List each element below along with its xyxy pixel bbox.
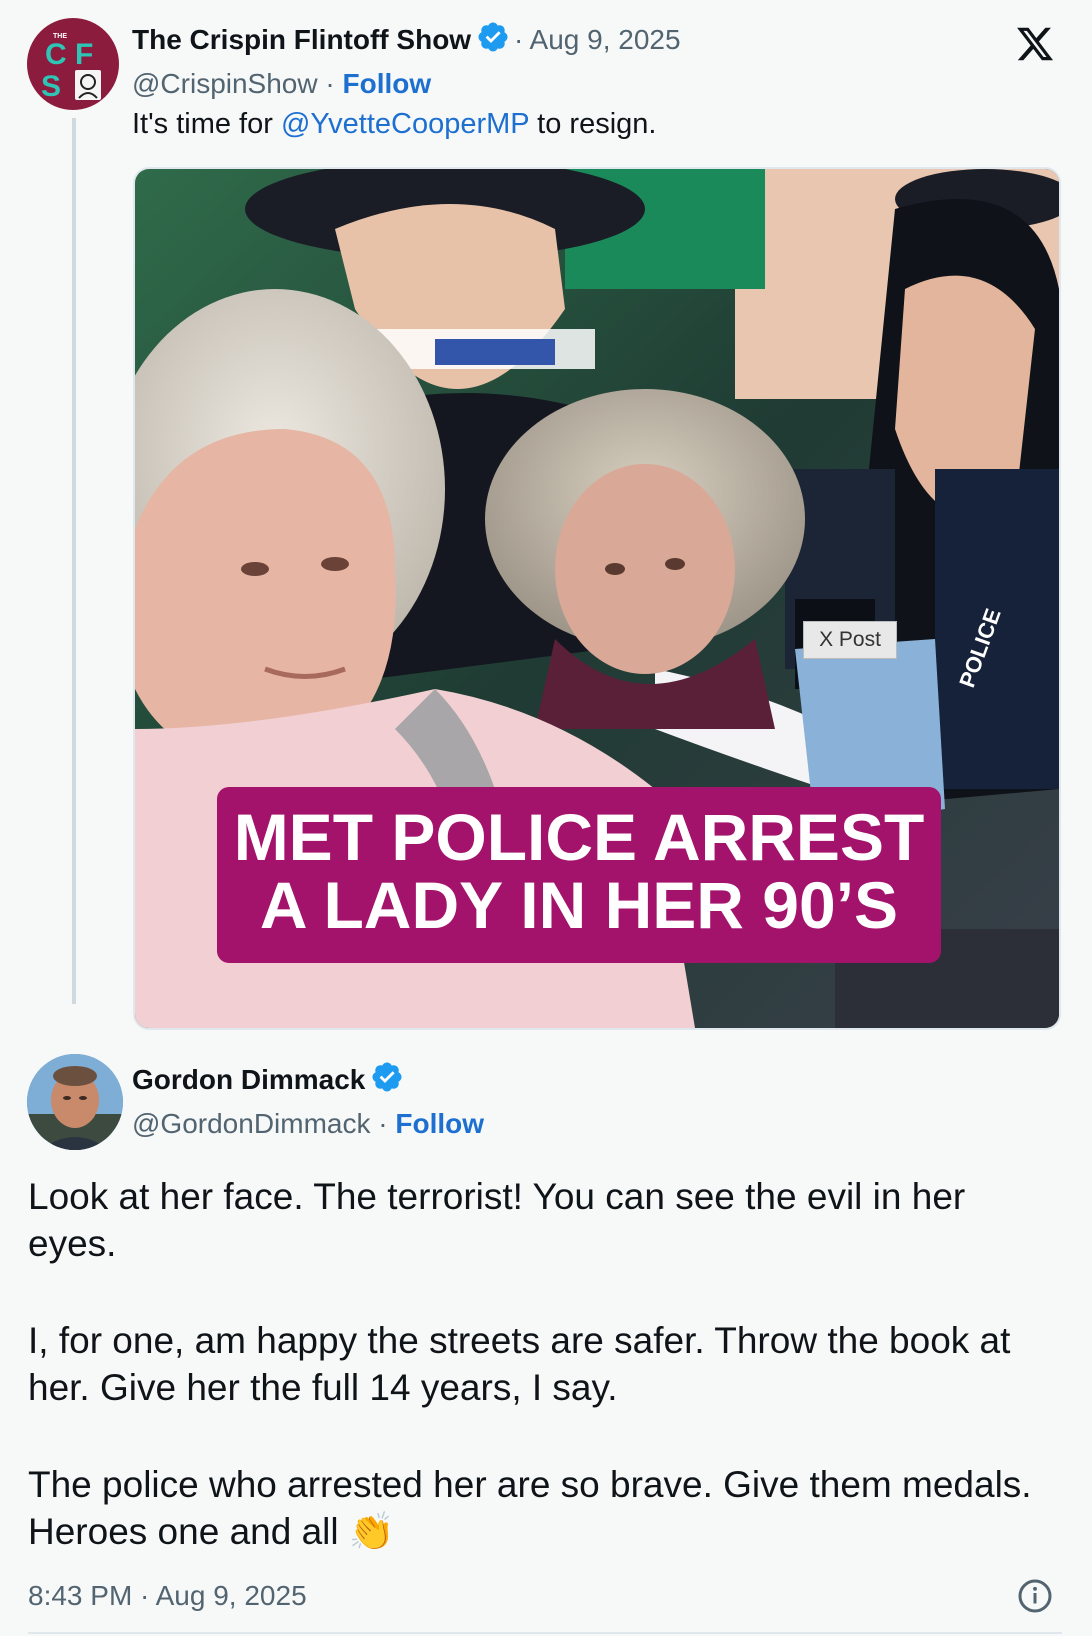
crispin-avatar-logo: THE C F S <box>41 33 101 103</box>
parent-text-before: It's time for <box>132 108 281 140</box>
handle-separator: · <box>317 68 343 99</box>
parent-text-after: to resign. <box>529 108 657 140</box>
gordon-avatar-photo <box>27 1054 123 1150</box>
parent-tweet-text: It's time for @YvetteCooperMP to resign. <box>132 104 656 144</box>
reply-date: Aug 9, 2025 <box>155 1580 307 1611</box>
reply-header-line1: Gordon Dimmack <box>132 1060 404 1100</box>
reply-paragraph-2: I, for one, am happy the streets are saf… <box>28 1320 1011 1408</box>
reply-paragraph-3: The police who arrested her are so brave… <box>28 1461 1048 1555</box>
parent-header-line2: @CrispinShow · Follow <box>132 64 431 104</box>
parent-header-line1: The Crispin Flintoff Show · Aug 9, 2025 <box>132 20 681 60</box>
avatar-letter-f: F <box>75 38 93 71</box>
media-caption-line2: A LADY IN HER 90’S <box>259 868 899 942</box>
parent-mention-link[interactable]: @YvetteCooperMP <box>281 108 529 140</box>
parent-author-handle[interactable]: @CrispinShow <box>132 68 318 99</box>
reply-paragraph-3-text: The police who arrested her are so brave… <box>28 1464 1032 1552</box>
reply-handle-separator: · <box>370 1108 396 1139</box>
thread-connector-line <box>72 118 76 1004</box>
reply-time: 8:43 PM <box>28 1580 133 1611</box>
clapping-hands-emoji: 👏 <box>348 1511 395 1552</box>
reply-follow-button[interactable]: Follow <box>395 1108 484 1139</box>
x-post-badge: X Post <box>803 621 897 659</box>
parent-media-image[interactable]: POLICE MET POLICE ARREST A LADY IN HER 9… <box>133 167 1061 1030</box>
gordon-avatar[interactable] <box>27 1054 123 1150</box>
timestamp-separator: · <box>132 1580 156 1611</box>
header-separator: · <box>513 24 530 55</box>
verified-badge-icon <box>478 22 508 52</box>
crispin-avatar[interactable]: THE C F S <box>27 18 119 110</box>
reply-author-handle[interactable]: @GordonDimmack <box>132 1108 370 1139</box>
media-caption-line1: MET POLICE ARREST <box>233 800 925 874</box>
reply-header-line2: @GordonDimmack · Follow <box>132 1104 484 1144</box>
reply-paragraph-1: Look at her face. The terrorist! You can… <box>28 1176 966 1264</box>
x-logo-icon[interactable] <box>1014 24 1056 64</box>
reply-author-name[interactable]: Gordon Dimmack <box>132 1064 365 1095</box>
bottom-divider <box>28 1632 1062 1634</box>
info-icon[interactable] <box>1017 1578 1053 1614</box>
parent-author-name[interactable]: The Crispin Flintoff Show <box>132 24 471 55</box>
parent-follow-button[interactable]: Follow <box>343 68 432 99</box>
avatar-letter-s: S <box>41 70 61 103</box>
reply-timestamp[interactable]: 8:43 PM · Aug 9, 2025 <box>28 1576 307 1616</box>
parent-date[interactable]: Aug 9, 2025 <box>530 24 681 55</box>
verified-badge-icon <box>372 1062 402 1092</box>
avatar-letter-c: C <box>45 38 67 71</box>
